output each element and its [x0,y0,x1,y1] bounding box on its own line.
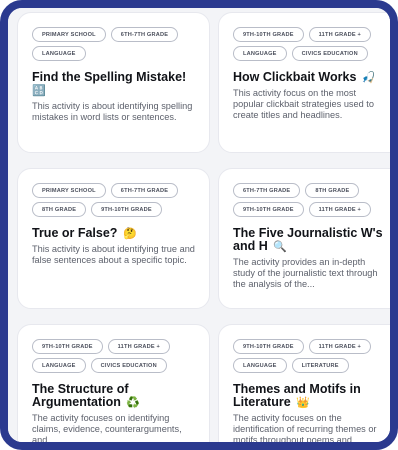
card-title-text: Find the Spelling Mistake! [32,70,187,84]
card-tags: 9TH-10TH GRADE 11TH GRADE + LANGUAGE LIT… [233,339,388,373]
card-tags: 6TH-7TH GRADE 8TH GRADE 9TH-10TH GRADE 1… [233,183,388,217]
tag-chip[interactable]: PRIMARY SCHOOL [32,27,106,42]
tag-chip[interactable]: 6TH-7TH GRADE [110,183,179,198]
thinking-face-emoji-icon: 🤔 [122,228,137,240]
card-title-text: The Five Journalistic W's and H [233,226,383,253]
activity-card-themes-motifs[interactable]: 9TH-10TH GRADE 11TH GRADE + LANGUAGE LIT… [218,324,390,446]
screenshot-frame: PRIMARY SCHOOL 6TH-7TH GRADE LANGUAGE Fi… [0,0,398,450]
activity-card-spelling-mistake[interactable]: PRIMARY SCHOOL 6TH-7TH GRADE LANGUAGE Fi… [17,12,210,153]
card-tags: PRIMARY SCHOOL 6TH-7TH GRADE 8TH GRADE 9… [32,183,195,217]
tag-chip[interactable]: 11TH GRADE + [107,339,171,354]
recycle-emoji-icon: ♻️ [126,397,141,409]
card-description: This activity is about identifying true … [32,244,195,266]
tag-chip[interactable]: 9TH-10TH GRADE [233,202,304,217]
card-title-text: True or False? [32,226,118,240]
activity-grid: PRIMARY SCHOOL 6TH-7TH GRADE LANGUAGE Fi… [8,8,390,442]
tag-chip[interactable]: LITERATURE [291,358,349,373]
tag-chip[interactable]: LANGUAGE [233,46,287,61]
fishing-pole-emoji-icon: 🎣 [361,72,376,84]
card-title[interactable]: True or False? 🤔 [32,227,195,241]
tag-chip[interactable]: 8TH GRADE [32,202,87,217]
card-title[interactable]: How Clickbait Works 🎣 [233,71,388,85]
card-tags: PRIMARY SCHOOL 6TH-7TH GRADE LANGUAGE [32,27,195,61]
card-tags: 9TH-10TH GRADE 11TH GRADE + LANGUAGE CIV… [233,27,388,61]
activity-card-true-or-false[interactable]: PRIMARY SCHOOL 6TH-7TH GRADE 8TH GRADE 9… [17,168,210,309]
card-description: The activity focuses on the identificati… [233,413,377,446]
card-description: This activity is about identifying spell… [32,101,193,123]
tag-chip[interactable]: LANGUAGE [32,358,86,373]
card-title-text: How Clickbait Works [233,70,357,84]
card-description: The activity provides an in-depth study … [233,257,378,290]
tag-chip[interactable]: CIVICS EDUCATION [90,358,167,373]
tag-chip[interactable]: 6TH-7TH GRADE [233,183,301,198]
tag-chip[interactable]: CIVICS EDUCATION [291,46,368,61]
tag-chip[interactable]: 9TH-10TH GRADE [233,339,304,354]
magnifying-glass-emoji-icon: 🔍 [273,241,287,253]
tag-chip[interactable]: LANGUAGE [233,358,287,373]
tag-chip[interactable]: 9TH-10TH GRADE [233,27,304,42]
tag-chip[interactable]: 6TH-7TH GRADE [110,27,179,42]
card-description: This activity focus on the most popular … [233,88,374,121]
activity-card-five-ws[interactable]: 6TH-7TH GRADE 8TH GRADE 9TH-10TH GRADE 1… [218,168,390,309]
crown-emoji-icon: 👑 [296,397,310,409]
tag-chip[interactable]: 11TH GRADE + [308,339,372,354]
activity-card-clickbait[interactable]: 9TH-10TH GRADE 11TH GRADE + LANGUAGE CIV… [218,12,390,153]
card-title[interactable]: Find the Spelling Mistake! 🔠 [32,71,195,98]
card-title[interactable]: Themes and Motifs in Literature 👑 [233,383,388,410]
tag-chip[interactable]: 9TH-10TH GRADE [91,202,162,217]
card-title-text: The Structure of Argumentation [32,382,129,409]
tag-chip[interactable]: 11TH GRADE + [308,202,372,217]
tag-chip[interactable]: 9TH-10TH GRADE [32,339,103,354]
abc-letters-emoji-icon: 🔠 [32,85,46,97]
card-description: The activity focuses on identifying clai… [32,413,182,446]
tag-chip[interactable]: PRIMARY SCHOOL [32,183,106,198]
tag-chip[interactable]: LANGUAGE [32,46,86,61]
activity-card-argumentation[interactable]: 9TH-10TH GRADE 11TH GRADE + LANGUAGE CIV… [17,324,210,446]
tag-chip[interactable]: 8TH GRADE [305,183,360,198]
tag-chip[interactable]: 11TH GRADE + [308,27,372,42]
card-title[interactable]: The Five Journalistic W's and H 🔍 [233,227,388,254]
card-tags: 9TH-10TH GRADE 11TH GRADE + LANGUAGE CIV… [32,339,195,373]
card-title[interactable]: The Structure of Argumentation ♻️ [32,383,195,410]
